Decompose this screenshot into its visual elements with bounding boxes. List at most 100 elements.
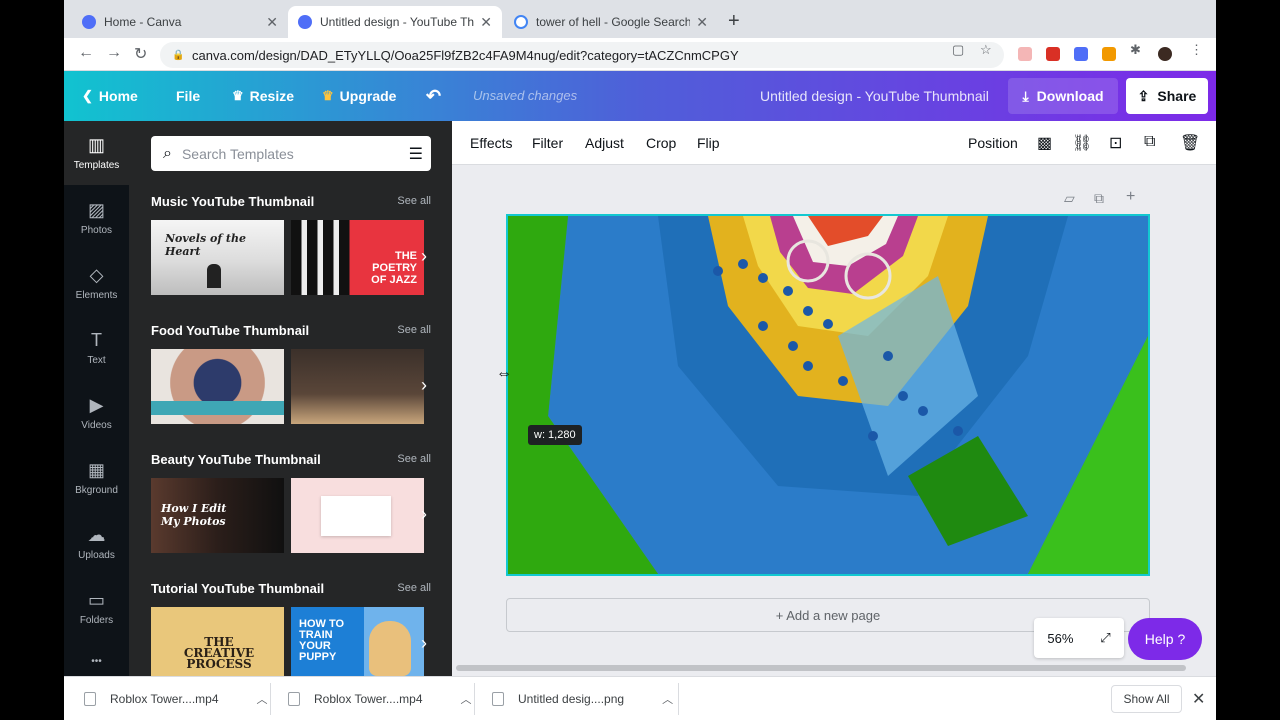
chevron-up-icon[interactable]: ︿ — [257, 691, 268, 707]
fullscreen-icon[interactable]: ⤢ — [1100, 630, 1110, 646]
thumbnail-card — [321, 496, 391, 536]
rail-label: Folders — [79, 615, 114, 626]
close-tab-icon[interactable]: ✕ — [696, 14, 708, 31]
back-icon[interactable]: ← — [78, 44, 94, 62]
crown-icon: ♛ — [322, 88, 334, 103]
help-label: Help ? — [1144, 631, 1186, 647]
object-rail: ▥ Templates ▨ Photos ◇ Elements T Text ▶… — [64, 121, 129, 676]
see-all-link[interactable]: See all — [397, 453, 431, 465]
tab-strip: Home - Canva ✕ Untitled design - YouTube… — [64, 0, 1216, 38]
rail-item-text[interactable]: T Text — [64, 316, 129, 380]
template-thumbnail[interactable] — [151, 349, 284, 424]
extension-icon[interactable] — [1046, 47, 1060, 61]
upgrade-button[interactable]: ♛ Upgrade — [322, 71, 396, 121]
profile-avatar[interactable] — [1158, 47, 1172, 61]
rail-label: Photos — [80, 225, 113, 236]
zoom-control[interactable]: 56% ⤢ — [1034, 618, 1124, 658]
editor-workspace: Effects Filter Adjust Crop Flip Position… — [452, 121, 1216, 676]
undo-icon: ↶ — [426, 85, 442, 106]
page-notes-icon[interactable]: ▱ — [1064, 190, 1075, 207]
search-placeholder: Search Templates — [181, 145, 294, 162]
menu-dots-icon[interactable]: ⋮ — [1190, 42, 1203, 58]
chevron-right-icon[interactable]: › — [421, 246, 427, 267]
template-thumbnail[interactable]: THE CREATIVE PROCESS — [151, 607, 284, 676]
template-thumbnail[interactable]: THE POETRY OF JAZZ — [291, 220, 424, 295]
rail-item-more[interactable]: ••• — [64, 641, 129, 681]
see-all-link[interactable]: See all — [397, 195, 431, 207]
template-thumbnail[interactable] — [291, 478, 424, 553]
browser-tab-google[interactable]: tower of hell - Google Search ✕ — [504, 6, 718, 38]
chevron-right-icon[interactable]: › — [421, 633, 427, 654]
extension-icon[interactable] — [1074, 47, 1088, 61]
download-item[interactable]: Untitled desig....png ︿ — [492, 677, 673, 720]
see-all-link[interactable]: See all — [397, 582, 431, 594]
extension-icon[interactable] — [1102, 47, 1116, 61]
rail-item-photos[interactable]: ▨ Photos — [64, 186, 129, 250]
tower-image[interactable] — [508, 216, 1148, 574]
template-thumbnail[interactable]: HOW TO TRAIN YOUR PUPPY — [291, 607, 424, 676]
share-button[interactable]: ⇪ Share — [1126, 78, 1208, 114]
design-canvas[interactable] — [506, 214, 1150, 576]
url-text: canva.com/design/DAD_ETyYLLQ/Ooa25Fl9fZB… — [192, 47, 739, 63]
close-tab-icon[interactable]: ✕ — [266, 14, 278, 31]
template-thumbnail[interactable]: How I Edit My Photos — [151, 478, 284, 553]
filter-button[interactable]: Filter — [532, 135, 563, 151]
show-all-downloads-button[interactable]: Show All — [1111, 685, 1182, 713]
file-menu-button[interactable]: File — [176, 71, 200, 121]
browser-tab-home[interactable]: Home - Canva ✕ — [72, 6, 288, 38]
rail-item-elements[interactable]: ◇ Elements — [64, 251, 129, 315]
transparency-icon[interactable]: ▩ — [1037, 133, 1052, 153]
search-icon: ⌕ — [163, 144, 172, 162]
zoom-level[interactable]: 56% — [1047, 631, 1073, 646]
see-all-link[interactable]: See all — [397, 324, 431, 336]
template-thumbnail[interactable]: Novels of the Heart — [151, 220, 284, 295]
adjust-button[interactable]: Adjust — [585, 135, 624, 151]
extension-icon[interactable] — [1018, 47, 1032, 61]
rail-item-folders[interactable]: ▭ Folders — [64, 576, 129, 640]
reload-icon[interactable]: ↻ — [134, 44, 147, 64]
document-title[interactable]: Untitled design - YouTube Thumbnail — [760, 88, 989, 104]
crop-button[interactable]: Crop — [646, 135, 676, 151]
resize-button[interactable]: ♛ Resize — [232, 71, 294, 121]
rail-item-videos[interactable]: ▶ Videos — [64, 381, 129, 445]
horizontal-scrollbar[interactable] — [456, 665, 1186, 671]
divider — [474, 683, 475, 715]
clipboard-icon[interactable]: ▢ — [952, 42, 964, 58]
close-tab-icon[interactable]: ✕ — [480, 14, 492, 31]
bookmark-star-icon[interactable]: ☆ — [980, 42, 992, 58]
download-item[interactable]: Roblox Tower....mp4 ︿ — [84, 677, 268, 720]
browser-tab-design[interactable]: Untitled design - YouTube Thum ✕ — [288, 6, 502, 38]
template-thumbnail[interactable] — [291, 349, 424, 424]
width-readout: w: 1,280 — [528, 425, 582, 445]
close-shelf-icon[interactable]: ✕ — [1192, 689, 1205, 709]
rail-item-templates[interactable]: ▥ Templates — [64, 121, 129, 185]
lock-icon[interactable]: ⊡ — [1109, 133, 1122, 153]
add-page-icon[interactable]: + — [1126, 188, 1135, 206]
duplicate-icon[interactable]: ⧉ — [1144, 133, 1155, 151]
download-item[interactable]: Roblox Tower....mp4 ︿ — [288, 677, 472, 720]
template-search-input[interactable]: ⌕ Search Templates ☰ — [151, 136, 431, 171]
chevron-up-icon[interactable]: ︿ — [662, 691, 673, 707]
flip-button[interactable]: Flip — [697, 135, 720, 151]
photos-icon: ▨ — [87, 200, 105, 220]
forward-icon[interactable]: → — [106, 44, 122, 62]
new-tab-button[interactable]: + — [728, 10, 740, 33]
puzzle-extensions-icon[interactable]: ✱ — [1130, 42, 1141, 58]
help-button[interactable]: Help ? — [1128, 618, 1202, 660]
chevron-right-icon[interactable]: › — [421, 504, 427, 525]
effects-button[interactable]: Effects — [470, 135, 513, 151]
undo-button[interactable]: ↶ — [426, 71, 441, 121]
trash-icon[interactable]: 🗑 — [1180, 133, 1200, 153]
home-button[interactable]: ❮ Home — [82, 71, 138, 121]
duplicate-page-icon[interactable]: ⧉ — [1094, 190, 1104, 207]
download-button[interactable]: ⤓ Download — [1008, 78, 1118, 114]
rail-item-background[interactable]: ▦ Bkground — [64, 446, 129, 510]
filter-sliders-icon[interactable]: ☰ — [409, 144, 423, 164]
position-button[interactable]: Position — [968, 135, 1018, 151]
chevron-up-icon[interactable]: ︿ — [461, 691, 472, 707]
chevron-right-icon[interactable]: › — [421, 375, 427, 396]
link-icon[interactable]: ⛓ — [1072, 133, 1092, 153]
url-bar[interactable]: 🔒 canva.com/design/DAD_ETyYLLQ/Ooa25Fl9f… — [160, 42, 1004, 68]
rail-item-uploads[interactable]: ☁ Uploads — [64, 511, 129, 575]
home-label: Home — [98, 88, 138, 104]
